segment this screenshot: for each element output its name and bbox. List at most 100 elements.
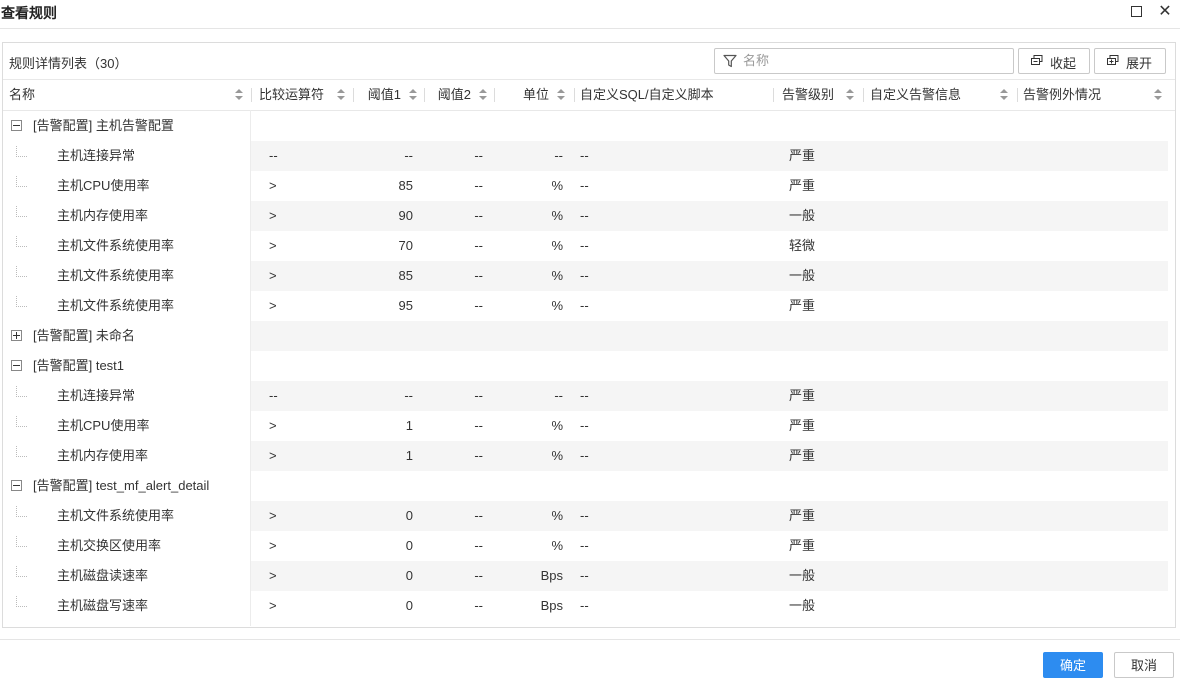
expand-all-label: 展开 [1126, 56, 1153, 71]
rule-threshold2: -- [474, 148, 483, 163]
rule-unit: % [551, 238, 563, 253]
rule-threshold1: 70 [398, 238, 413, 253]
rule-level: 严重 [789, 448, 816, 463]
column-header-level[interactable]: 告警级别 [774, 80, 860, 110]
collapse-toggle-icon[interactable] [11, 360, 22, 371]
rule-operator: > [269, 268, 277, 283]
tree-connector [16, 446, 27, 457]
column-divider [251, 88, 252, 102]
rule-name: 主机磁盘写速率 [57, 598, 149, 613]
table-row[interactable]: 主机文件系统使用率 > 95 -- % -- 严重 [3, 291, 1168, 321]
table-row[interactable]: 主机文件系统使用率 > 85 -- % -- 一般 [3, 261, 1168, 291]
sort-icon[interactable] [846, 89, 854, 101]
column-header-threshold1[interactable]: 阈值1 [355, 80, 423, 110]
rules-detail-panel: 规则详情列表（30） 收起 [2, 42, 1176, 628]
expand-toggle-icon[interactable] [11, 330, 22, 341]
group-row[interactable]: [告警配置] test1 [3, 351, 1168, 381]
sort-icon[interactable] [409, 89, 417, 101]
tree-connector [16, 176, 27, 187]
column-header-unit[interactable]: 单位 [495, 80, 571, 110]
rule-threshold1: 1 [405, 448, 413, 463]
rule-name: 主机文件系统使用率 [57, 508, 175, 523]
rule-custom-sql: -- [580, 508, 589, 523]
tree-connector [16, 416, 27, 427]
sort-icon[interactable] [1154, 89, 1162, 101]
rule-level: 轻微 [789, 238, 816, 253]
rule-unit: Bps [540, 568, 563, 583]
rule-level: 严重 [789, 508, 816, 523]
rule-unit: % [551, 418, 563, 433]
expand-all-button[interactable]: 展开 [1094, 48, 1166, 74]
group-row[interactable]: [告警配置] 主机告警配置 [3, 111, 1168, 141]
group-label: [告警配置] test_mf_alert_detail [33, 478, 210, 493]
rule-operator: > [269, 208, 277, 223]
name-filter-input[interactable] [743, 51, 1003, 69]
tree-connector [16, 596, 27, 607]
rule-name: 主机内存使用率 [57, 208, 149, 223]
collapse-icon [1031, 55, 1043, 65]
rule-operator: > [269, 298, 277, 313]
rule-threshold2: -- [474, 298, 483, 313]
column-header-level-label: 告警级别 [782, 87, 835, 102]
rule-operator: -- [269, 148, 278, 163]
tree-connector [16, 566, 27, 577]
rule-threshold1: 85 [398, 178, 413, 193]
column-header-operator[interactable]: 比较运算符 [259, 80, 351, 110]
rule-threshold1: 0 [405, 568, 413, 583]
tree-connector [16, 266, 27, 277]
table-row[interactable]: 主机连接异常 -- -- -- -- -- 严重 [3, 141, 1168, 171]
sort-icon[interactable] [1000, 89, 1008, 101]
table-row[interactable]: 主机磁盘写速率 > 0 -- Bps -- 一般 [3, 591, 1168, 621]
rule-threshold2: -- [474, 238, 483, 253]
table-row[interactable]: 主机连接异常 -- -- -- -- -- 严重 [3, 381, 1168, 411]
cancel-button[interactable]: 取消 [1114, 652, 1174, 678]
sort-icon[interactable] [235, 89, 243, 101]
table-row[interactable]: 主机内存使用率 > 1 -- % -- 严重 [3, 441, 1168, 471]
close-icon[interactable]: ✕ [1157, 4, 1173, 20]
collapse-toggle-icon[interactable] [11, 120, 22, 131]
confirm-button[interactable]: 确定 [1043, 652, 1103, 678]
sort-icon[interactable] [337, 89, 345, 101]
rule-threshold1: 1 [405, 418, 413, 433]
list-title: 规则详情列表（30） [9, 56, 128, 71]
group-row[interactable]: [告警配置] 未命名 [3, 321, 1168, 351]
tree-connector [16, 236, 27, 247]
column-header-custom-sql[interactable]: 自定义SQL/自定义脚本 [580, 80, 770, 110]
rule-threshold2: -- [474, 418, 483, 433]
column-header-exception[interactable]: 告警例外情况 [1023, 80, 1168, 110]
sort-icon[interactable] [557, 89, 565, 101]
table-row[interactable]: 主机交换区使用率 > 0 -- % -- 严重 [3, 531, 1168, 561]
table-row[interactable]: 主机文件系统使用率 > 70 -- % -- 轻微 [3, 231, 1168, 261]
table-row[interactable]: 主机CPU使用率 > 1 -- % -- 严重 [3, 411, 1168, 441]
rule-name: 主机内存使用率 [57, 448, 149, 463]
rule-custom-sql: -- [580, 388, 589, 403]
rule-custom-sql: -- [580, 568, 589, 583]
table-row[interactable]: 主机内存使用率 > 90 -- % -- 一般 [3, 201, 1168, 231]
rule-custom-sql: -- [580, 538, 589, 553]
group-label: [告警配置] 主机告警配置 [33, 118, 174, 133]
column-header-custom-message[interactable]: 自定义告警信息 [870, 80, 1014, 110]
table-row[interactable]: 主机文件系统使用率 > 0 -- % -- 严重 [3, 501, 1168, 531]
rule-unit: % [551, 508, 563, 523]
column-header-name[interactable]: 名称 [9, 80, 249, 110]
column-header-exception-label: 告警例外情况 [1023, 87, 1102, 102]
rule-threshold2: -- [474, 448, 483, 463]
rule-name: 主机文件系统使用率 [57, 298, 175, 313]
sort-icon[interactable] [479, 89, 487, 101]
rule-threshold2: -- [474, 388, 483, 403]
row-stripe [251, 321, 1168, 351]
rule-threshold2: -- [474, 568, 483, 583]
rule-custom-sql: -- [580, 598, 589, 613]
collapse-all-button[interactable]: 收起 [1018, 48, 1090, 74]
column-header-threshold2[interactable]: 阈值2 [425, 80, 493, 110]
rule-level: 严重 [789, 538, 816, 553]
column-header-custom-sql-label: 自定义SQL/自定义脚本 [580, 87, 714, 102]
name-filter-field[interactable] [714, 48, 1014, 74]
table-row[interactable]: 主机磁盘读速率 > 0 -- Bps -- 一般 [3, 561, 1168, 591]
rule-level: 一般 [789, 208, 816, 223]
table-row[interactable]: 主机CPU使用率 > 85 -- % -- 严重 [3, 171, 1168, 201]
maximize-icon[interactable] [1129, 4, 1145, 20]
dialog-title: 查看规则 [1, 5, 57, 21]
group-row[interactable]: [告警配置] test_mf_alert_detail [3, 471, 1168, 501]
collapse-toggle-icon[interactable] [11, 480, 22, 491]
